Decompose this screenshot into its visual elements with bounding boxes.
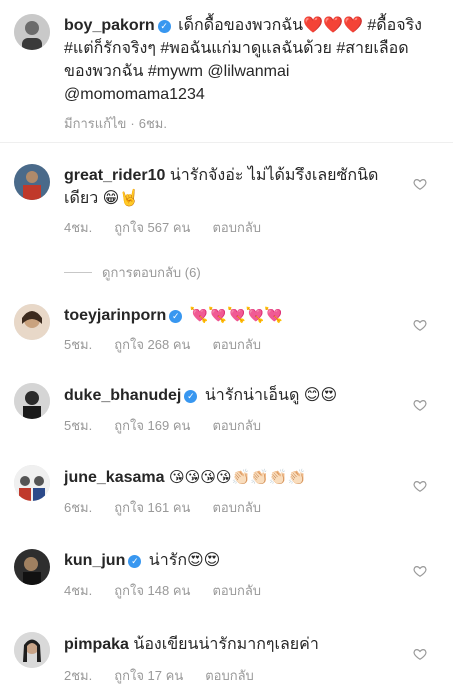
comment-text: น่ารักน่าเอ็นดู 😊😍 — [204, 387, 338, 404]
verified-badge-icon: ✓ — [184, 390, 198, 403]
comment-5: kun_jun ✓ น่ารัก😍😍 — [64, 549, 404, 572]
comment-3: duke_bhanudej ✓ น่ารักน่าเอ็นดู 😊😍 — [64, 384, 404, 407]
comment-username[interactable]: june_kasama — [64, 469, 165, 486]
like-count[interactable]: ถูกใจ 567 คน — [114, 220, 190, 235]
reply-button[interactable]: ตอบกลับ — [212, 418, 261, 433]
reply-button[interactable]: ตอบกลับ — [205, 668, 254, 683]
view-replies-label[interactable]: ดูการตอบกลับ (6) — [102, 262, 201, 283]
comment-time: 4ชม. — [64, 220, 93, 235]
avatar[interactable] — [14, 14, 50, 50]
avatar[interactable] — [14, 304, 50, 340]
reply-button[interactable]: ตอบกลับ — [212, 500, 261, 515]
comment-time: 5ชม. — [64, 337, 93, 352]
verified-badge-icon: ✓ — [169, 310, 183, 323]
reply-button[interactable]: ตอบกลับ — [212, 337, 261, 352]
replies-line — [64, 272, 92, 273]
divider — [0, 142, 453, 143]
comment-1: great_rider10 น่ารักจังอ่ะ ไม่ได้มรึงเลย… — [64, 164, 404, 210]
comment-meta: 5ชม. ถูกใจ 268 คน ตอบกลับ — [64, 334, 283, 355]
comment-meta: 4ชม. ถูกใจ 148 คน ตอบกลับ — [64, 580, 283, 601]
caption-time: 6ชม. — [138, 116, 167, 131]
comment-meta: 6ชม. ถูกใจ 161 คน ตอบกลับ — [64, 497, 283, 518]
verified-badge-icon: ✓ — [128, 555, 142, 568]
avatar[interactable] — [14, 549, 50, 585]
like-heart-icon[interactable] — [413, 564, 427, 578]
like-heart-icon[interactable] — [413, 177, 427, 191]
comment-time: 4ชม. — [64, 583, 93, 598]
comment-meta: 4ชม. ถูกใจ 567 คน ตอบกลับ — [64, 217, 283, 238]
comment-username[interactable]: great_rider10 — [64, 167, 165, 184]
comment-meta: 2ชม. ถูกใจ 17 คน ตอบกลับ — [64, 665, 276, 686]
like-heart-icon[interactable] — [413, 479, 427, 493]
like-count[interactable]: ถูกใจ 268 คน — [114, 337, 190, 352]
caption-meta: มีการแก้ไข · 6ชม. — [64, 116, 167, 131]
comment-time: 6ชม. — [64, 500, 93, 515]
avatar[interactable] — [14, 383, 50, 419]
comment-time: 2ชม. — [64, 668, 93, 683]
comment-text: น้องเขียนน่ารักมากๆเลยค่า — [133, 636, 319, 653]
comment-username[interactable]: duke_bhanudej — [64, 387, 181, 404]
view-replies-button[interactable]: ดูการตอบกลับ (6) — [64, 262, 201, 283]
reply-button[interactable]: ตอบกลับ — [212, 583, 261, 598]
post-caption: boy_pakorn ✓ เด็กดื้อของพวกฉัน❤️❤️❤️ #ดื้… — [64, 14, 434, 106]
edited-label: มีการแก้ไข — [64, 116, 127, 131]
like-count[interactable]: ถูกใจ 17 คน — [114, 668, 183, 683]
reply-button[interactable]: ตอบกลับ — [212, 220, 261, 235]
comment-2: toeyjarinporn ✓ 💘💘💘💘💘 — [64, 304, 404, 327]
comment-6: pimpaka น้องเขียนน่ารักมากๆเลยค่า — [64, 633, 404, 656]
caption-username[interactable]: boy_pakorn — [64, 17, 155, 34]
like-heart-icon[interactable] — [413, 647, 427, 661]
verified-badge-icon: ✓ — [157, 20, 171, 33]
like-count[interactable]: ถูกใจ 148 คน — [114, 583, 190, 598]
like-count[interactable]: ถูกใจ 161 คน — [114, 500, 190, 515]
like-count[interactable]: ถูกใจ 169 คน — [114, 418, 190, 433]
comment-username[interactable]: toeyjarinporn — [64, 307, 166, 324]
comment-meta: 5ชม. ถูกใจ 169 คน ตอบกลับ — [64, 415, 283, 436]
comment-text: 😘😘😘😘👏🏻👏🏻👏🏻👏🏻 — [168, 468, 307, 486]
comment-4: june_kasama 😘😘😘😘👏🏻👏🏻👏🏻👏🏻 — [64, 466, 404, 489]
comment-time: 5ชม. — [64, 418, 93, 433]
avatar[interactable] — [14, 632, 50, 668]
like-heart-icon[interactable] — [413, 398, 427, 412]
comment-text: น่ารัก😍😍 — [148, 552, 221, 569]
comments-screen: boy_pakorn ✓ เด็กดื้อของพวกฉัน❤️❤️❤️ #ดื้… — [0, 0, 453, 696]
avatar[interactable] — [14, 465, 50, 501]
comment-text: 💘💘💘💘💘 — [189, 306, 284, 324]
comment-username[interactable]: kun_jun — [64, 552, 125, 569]
comment-username[interactable]: pimpaka — [64, 636, 129, 653]
avatar[interactable] — [14, 164, 50, 200]
like-heart-icon[interactable] — [413, 318, 427, 332]
